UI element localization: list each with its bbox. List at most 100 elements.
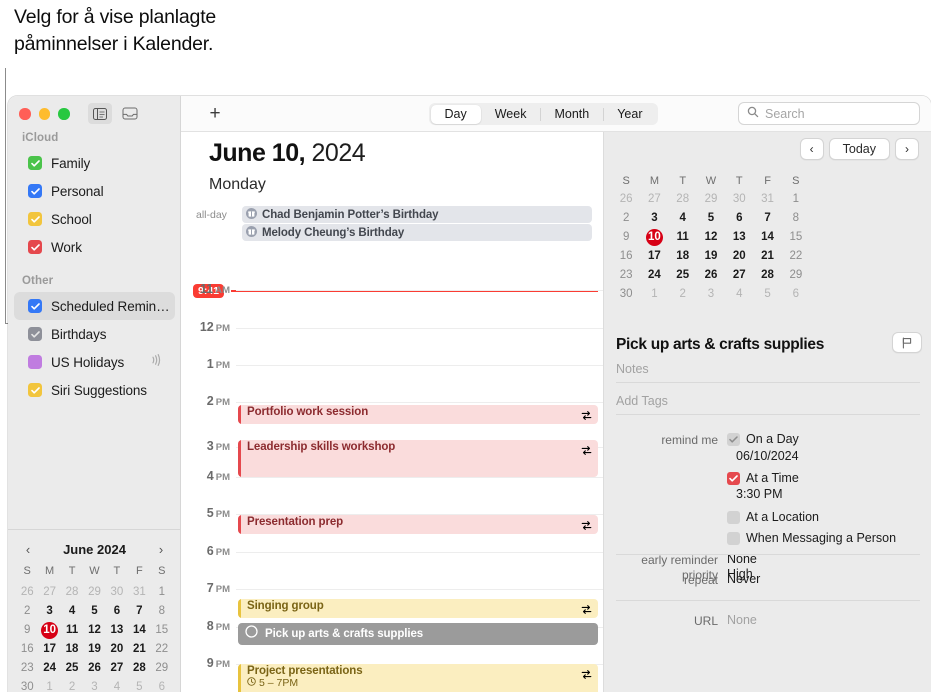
calendar-day[interactable]: 23 <box>612 266 640 285</box>
sidebar-item-work[interactable]: Work <box>14 233 175 261</box>
calendar-day[interactable]: 18 <box>669 247 697 266</box>
close-button[interactable] <box>19 108 31 120</box>
calendar-day[interactable]: 8 <box>151 602 173 621</box>
calendar-day[interactable]: 27 <box>106 659 128 678</box>
calendar-day[interactable]: 28 <box>128 659 150 678</box>
calendar-day[interactable]: 15 <box>151 621 173 640</box>
flag-button[interactable] <box>892 332 922 353</box>
calendar-day[interactable]: 1 <box>782 190 810 209</box>
when-messaging-option[interactable]: When Messaging a Person <box>727 531 896 545</box>
search-input[interactable]: Search <box>765 107 805 121</box>
calendar-day[interactable]: 14 <box>753 228 781 247</box>
calendar-day[interactable]: 17 <box>640 247 668 266</box>
calendar-day[interactable]: 18 <box>61 640 83 659</box>
calendar-day[interactable]: 9 <box>612 228 640 247</box>
sidebar-toggle-icon[interactable] <box>88 103 112 124</box>
sidebar-item-birthdays[interactable]: Birthdays <box>14 320 175 348</box>
on-a-day-option[interactable]: On a Day <box>727 432 799 446</box>
calendar-day[interactable]: 29 <box>782 266 810 285</box>
at-a-time-option[interactable]: At a Time <box>727 471 799 485</box>
calendar-day[interactable]: 22 <box>151 640 173 659</box>
calendar-day[interactable]: 26 <box>697 266 725 285</box>
sidebar-item-family[interactable]: Family <box>14 149 175 177</box>
at-a-location-option[interactable]: At a Location <box>727 510 819 524</box>
on-a-day-value[interactable]: 06/10/2024 <box>604 449 931 463</box>
checkbox-family[interactable] <box>28 156 42 170</box>
inbox-icon[interactable] <box>118 103 142 124</box>
calendar-day[interactable]: 5 <box>83 602 105 621</box>
calendar-day[interactable]: 5 <box>697 209 725 228</box>
calendar-event[interactable]: Project presentations 5 – 7PM <box>238 664 598 692</box>
checkbox-scheduled-reminders[interactable] <box>28 299 42 313</box>
calendar-day[interactable]: 30 <box>612 285 640 304</box>
calendar-day[interactable]: 16 <box>16 640 38 659</box>
calendar-day[interactable]: 21 <box>753 247 781 266</box>
calendar-day[interactable]: 4 <box>669 209 697 228</box>
calendar-day[interactable]: 28 <box>669 190 697 209</box>
calendar-day[interactable]: 27 <box>725 266 753 285</box>
calendar-day[interactable]: 2 <box>669 285 697 304</box>
calendar-day[interactable]: 26 <box>612 190 640 209</box>
calendar-day[interactable]: 2 <box>61 678 83 692</box>
calendar-event[interactable]: Portfolio work session <box>238 405 598 424</box>
at-a-time-value[interactable]: 3:30 PM <box>604 487 931 501</box>
calendar-day[interactable]: 29 <box>151 659 173 678</box>
calendar-day[interactable]: 5 <box>128 678 150 692</box>
calendar-day-today[interactable]: 10 <box>38 621 60 640</box>
calendar-day[interactable]: 9 <box>16 621 38 640</box>
checkbox-us-holidays[interactable] <box>28 355 42 369</box>
calendar-day[interactable]: 30 <box>725 190 753 209</box>
checkbox-work[interactable] <box>28 240 42 254</box>
minimize-button[interactable] <box>38 108 50 120</box>
sidebar-item-siri-suggestions[interactable]: Siri Suggestions <box>14 376 175 404</box>
today-button[interactable]: Today <box>828 138 890 160</box>
sidebar-item-personal[interactable]: Personal <box>14 177 175 205</box>
selected-reminder[interactable]: Pick up arts & crafts supplies <box>238 623 598 645</box>
calendar-day[interactable]: 1 <box>151 583 173 602</box>
calendar-day[interactable]: 14 <box>128 621 150 640</box>
calendar-day[interactable]: 3 <box>38 602 60 621</box>
calendar-day[interactable]: 1 <box>38 678 60 692</box>
calendar-day[interactable]: 23 <box>16 659 38 678</box>
next-day-button[interactable]: › <box>895 138 919 160</box>
calendar-day[interactable]: 7 <box>753 209 781 228</box>
calendar-day[interactable]: 20 <box>106 640 128 659</box>
calendar-event[interactable]: Presentation prep <box>238 515 598 534</box>
calendar-day[interactable]: 29 <box>83 583 105 602</box>
calendar-day[interactable]: 2 <box>612 209 640 228</box>
calendar-day[interactable]: 20 <box>725 247 753 266</box>
calendar-day[interactable]: 6 <box>725 209 753 228</box>
calendar-day[interactable]: 6 <box>151 678 173 692</box>
search-field[interactable]: Search <box>738 102 920 125</box>
tab-year[interactable]: Year <box>603 105 656 124</box>
tab-month[interactable]: Month <box>540 105 603 124</box>
priority-value[interactable]: High <box>727 567 753 581</box>
checkbox-when-messaging[interactable] <box>727 531 740 545</box>
sidebar-item-us-holidays[interactable]: US Holidays <box>14 348 175 376</box>
calendar-day[interactable]: 3 <box>697 285 725 304</box>
calendar-day[interactable]: 4 <box>61 602 83 621</box>
calendar-day[interactable]: 12 <box>697 228 725 247</box>
checkbox-personal[interactable] <box>28 184 42 198</box>
calendar-day[interactable]: 11 <box>669 228 697 247</box>
calendar-day[interactable]: 24 <box>38 659 60 678</box>
zoom-button[interactable] <box>58 108 70 120</box>
tab-day[interactable]: Day <box>430 104 481 124</box>
tab-week[interactable]: Week <box>481 105 541 124</box>
calendar-day[interactable]: 21 <box>128 640 150 659</box>
calendar-day[interactable]: 4 <box>106 678 128 692</box>
calendar-event[interactable]: Leadership skills workshop <box>238 440 598 477</box>
calendar-day[interactable]: 28 <box>753 266 781 285</box>
calendar-day[interactable]: 27 <box>640 190 668 209</box>
calendar-day[interactable]: 6 <box>782 285 810 304</box>
checkbox-at-a-time[interactable] <box>727 471 740 485</box>
calendar-day[interactable]: 12 <box>83 621 105 640</box>
calendar-day[interactable]: 7 <box>128 602 150 621</box>
calendar-day[interactable]: 2 <box>16 602 38 621</box>
calendar-day[interactable]: 31 <box>128 583 150 602</box>
tags-field[interactable]: Add Tags <box>616 394 920 415</box>
calendar-day[interactable]: 19 <box>83 640 105 659</box>
calendar-day[interactable]: 5 <box>753 285 781 304</box>
calendar-day[interactable]: 3 <box>640 209 668 228</box>
checkbox-birthdays[interactable] <box>28 327 42 341</box>
